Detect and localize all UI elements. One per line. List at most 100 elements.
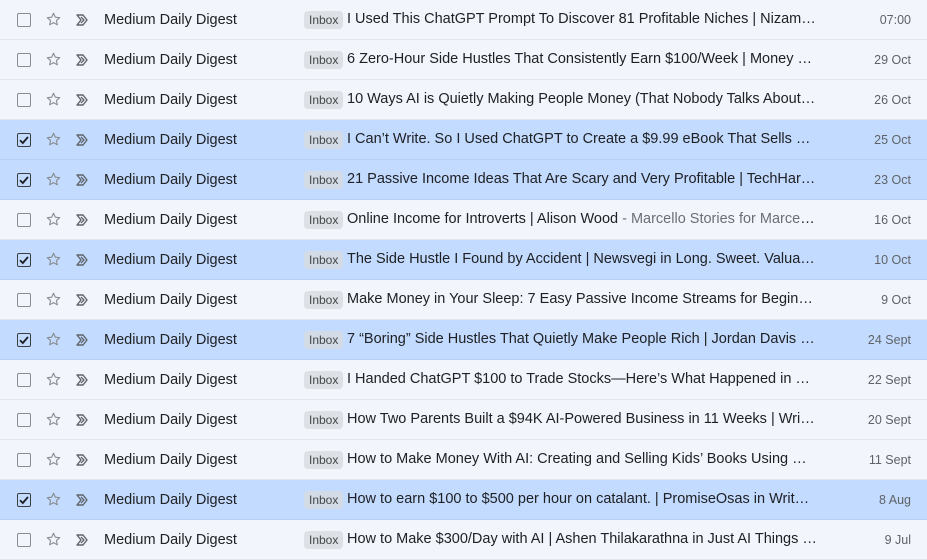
sender-name: Medium Daily Digest	[104, 251, 237, 268]
subject: Make Money in Your Sleep: 7 Easy Passive…	[347, 291, 817, 307]
subject-snippet: Make Money in Your Sleep: 7 Easy Passive…	[347, 280, 817, 319]
important-marker-icon[interactable]	[75, 400, 93, 439]
email-row[interactable]: Medium Daily Digest Inbox How to Make $3…	[0, 520, 927, 560]
star-icon[interactable]	[45, 280, 63, 319]
snippet: - M.	[802, 531, 817, 547]
email-row[interactable]: Medium Daily Digest Inbox Online Income …	[0, 200, 927, 240]
select-checkbox[interactable]	[17, 240, 31, 279]
select-checkbox[interactable]	[17, 480, 31, 519]
select-checkbox[interactable]	[17, 80, 31, 119]
subject: How to Make $300/Day with AI | Ashen Thi…	[347, 531, 799, 547]
inbox-label: Inbox	[304, 40, 344, 79]
star-icon[interactable]	[45, 80, 63, 119]
snippet: ...	[812, 51, 817, 67]
date: 8 Aug	[879, 492, 911, 507]
subject: The Side Hustle I Found by Accident | Ne…	[347, 251, 817, 267]
important-marker-icon[interactable]	[75, 360, 93, 399]
snippet: - M.	[800, 331, 817, 347]
star-icon[interactable]	[45, 240, 63, 279]
important-marker-icon[interactable]	[75, 480, 93, 519]
important-marker-icon[interactable]	[75, 320, 93, 359]
important-marker-icon[interactable]	[75, 520, 93, 559]
subject-snippet: I Handed ChatGPT $100 to Trade Stocks—He…	[347, 360, 817, 399]
inbox-label: Inbox	[304, 160, 344, 199]
inbox-label: Inbox	[304, 0, 344, 39]
sender-name: Medium Daily Digest	[104, 331, 237, 348]
star-icon[interactable]	[45, 0, 63, 39]
star-icon[interactable]	[45, 160, 63, 199]
select-checkbox[interactable]	[17, 520, 31, 559]
email-row[interactable]: Medium Daily Digest Inbox 21 Passive Inc…	[0, 160, 927, 200]
select-checkbox[interactable]	[17, 120, 31, 159]
subject: I Used This ChatGPT Prompt To Discover 8…	[347, 11, 817, 27]
inbox-label: Inbox	[304, 440, 344, 479]
date: 25 Oct	[874, 132, 911, 147]
star-icon[interactable]	[45, 480, 63, 519]
date: 22 Sept	[867, 372, 911, 387]
star-icon[interactable]	[45, 440, 63, 479]
select-checkbox[interactable]	[17, 280, 31, 319]
email-row[interactable]: Medium Daily Digest Inbox 7 “Boring” Sid…	[0, 320, 927, 360]
email-row[interactable]: Medium Daily Digest Inbox How to earn $1…	[0, 480, 927, 520]
important-marker-icon[interactable]	[75, 160, 93, 199]
subject: 6 Zero-Hour Side Hustles That Consistent…	[347, 51, 813, 67]
subject-snippet: 21 Passive Income Ideas That Are Scary a…	[347, 160, 817, 199]
star-icon[interactable]	[45, 400, 63, 439]
email-row[interactable]: Medium Daily Digest Inbox The Side Hustl…	[0, 240, 927, 280]
email-row[interactable]: Medium Daily Digest Inbox How Two Parent…	[0, 400, 927, 440]
date: 26 Oct	[874, 92, 911, 107]
sender-name: Medium Daily Digest	[104, 131, 237, 148]
inbox-label: Inbox	[304, 200, 344, 239]
star-icon[interactable]	[45, 360, 63, 399]
star-icon[interactable]	[45, 120, 63, 159]
select-checkbox[interactable]	[17, 320, 31, 359]
date: 10 Oct	[874, 252, 911, 267]
subject-snippet: How to earn $100 to $500 per hour on cat…	[347, 480, 817, 519]
inbox-label: Inbox	[304, 240, 344, 279]
select-checkbox[interactable]	[17, 0, 31, 39]
sender-name: Medium Daily Digest	[104, 451, 237, 468]
select-checkbox[interactable]	[17, 400, 31, 439]
email-row[interactable]: Medium Daily Digest Inbox I Can’t Write.…	[0, 120, 927, 160]
checkmark-icon	[19, 335, 29, 344]
star-icon[interactable]	[45, 200, 63, 239]
sender-name: Medium Daily Digest	[104, 171, 237, 188]
select-checkbox[interactable]	[17, 160, 31, 199]
select-checkbox[interactable]	[17, 200, 31, 239]
email-row[interactable]: Medium Daily Digest Inbox Make Money in …	[0, 280, 927, 320]
email-row[interactable]: Medium Daily Digest Inbox 6 Zero-Hour Si…	[0, 40, 927, 80]
subject: 10 Ways AI is Quietly Making People Mone…	[347, 91, 810, 107]
star-icon[interactable]	[45, 320, 63, 359]
date: 16 Oct	[874, 212, 911, 227]
date: 23 Oct	[874, 172, 911, 187]
subject: 7 “Boring” Side Hustles That Quietly Mak…	[347, 331, 797, 347]
date: 29 Oct	[874, 52, 911, 67]
important-marker-icon[interactable]	[75, 80, 93, 119]
subject: I Handed ChatGPT $100 to Trade Stocks—He…	[347, 371, 817, 387]
inbox-label: Inbox	[304, 280, 344, 319]
subject: How to Make Money With AI: Creating and …	[347, 451, 817, 467]
select-checkbox[interactable]	[17, 360, 31, 399]
email-row[interactable]: Medium Daily Digest Inbox How to Make Mo…	[0, 440, 927, 480]
important-marker-icon[interactable]	[75, 280, 93, 319]
select-checkbox[interactable]	[17, 40, 31, 79]
star-icon[interactable]	[45, 40, 63, 79]
select-checkbox[interactable]	[17, 440, 31, 479]
important-marker-icon[interactable]	[75, 40, 93, 79]
important-marker-icon[interactable]	[75, 200, 93, 239]
inbox-label: Inbox	[304, 480, 344, 519]
date: 20 Sept	[867, 412, 911, 427]
email-list: Medium Daily Digest Inbox I Used This Ch…	[0, 0, 927, 560]
checkmark-icon	[19, 255, 29, 264]
star-icon[interactable]	[45, 520, 63, 559]
email-row[interactable]: Medium Daily Digest Inbox 10 Ways AI is …	[0, 80, 927, 120]
important-marker-icon[interactable]	[75, 440, 93, 479]
important-marker-icon[interactable]	[75, 0, 93, 39]
email-row[interactable]: Medium Daily Digest Inbox I Used This Ch…	[0, 0, 927, 40]
email-row[interactable]: Medium Daily Digest Inbox I Handed ChatG…	[0, 360, 927, 400]
important-marker-icon[interactable]	[75, 240, 93, 279]
subject-snippet: I Can’t Write. So I Used ChatGPT to Crea…	[347, 120, 817, 159]
inbox-label: Inbox	[304, 80, 344, 119]
important-marker-icon[interactable]	[75, 120, 93, 159]
sender-name: Medium Daily Digest	[104, 291, 237, 308]
